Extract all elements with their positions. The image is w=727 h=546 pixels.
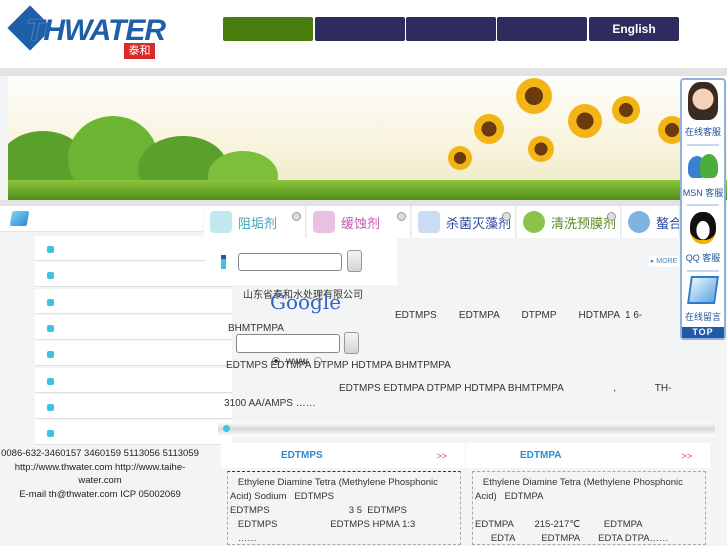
footer-phone: 0086-632-3460157 3460159 5113056 5113059 [1, 448, 199, 459]
leaf-icon [523, 211, 545, 233]
google-search-input[interactable] [236, 334, 340, 353]
nav-item-2[interactable] [315, 17, 405, 41]
product-desc: EDTMPS EDTMPS HPMA 1:3 [230, 519, 416, 530]
sidebar-item[interactable] [35, 341, 232, 366]
product-desc: Ethylene Diamine Tetra (Methylene Phosph… [230, 477, 441, 502]
section-divider [218, 422, 715, 436]
qq-penguin-icon [690, 212, 716, 244]
close-icon[interactable] [292, 212, 301, 221]
sidebar-item[interactable] [35, 262, 232, 287]
close-icon[interactable] [397, 212, 406, 221]
sidebar-item[interactable] [35, 289, 232, 314]
leave-message-label: 在线留言 [684, 312, 721, 322]
qq-service-item[interactable]: QQ 客服 [682, 212, 724, 264]
chevron-right-icon [47, 272, 54, 279]
chevron-right-icon [47, 404, 54, 411]
product-title[interactable]: EDTMPA [520, 450, 561, 461]
sidebar-item[interactable] [35, 394, 232, 419]
qq-service-label: QQ 客服 [685, 253, 721, 263]
product-desc: …… [230, 533, 257, 544]
footer-website[interactable]: http://www.thwater.com http://www.taihe-… [0, 461, 200, 488]
sidebar-item[interactable] [35, 420, 232, 445]
footer-contact: 0086-632-3460157 3460159 5113056 5113059… [0, 447, 200, 501]
close-icon[interactable] [502, 212, 511, 221]
chevron-right-icon [47, 246, 54, 253]
book-icon [9, 211, 30, 226]
sidebar-item[interactable] [35, 315, 232, 340]
divider [0, 68, 727, 76]
close-icon[interactable] [607, 212, 616, 221]
product-card-edtmps: EDTMPS >> Ethylene Diamine Tetra (Methyle… [221, 443, 465, 545]
notepad-pencil-icon [687, 276, 719, 304]
msn-service-item[interactable]: MSN 客服 [682, 152, 724, 199]
chevron-right-icon [47, 299, 54, 306]
chevron-right-icon [47, 378, 54, 385]
nav-item-english[interactable]: English [589, 17, 679, 41]
intro-text: EDTMPS EDTMPA DTPMP HDTMPA 1 6- [395, 310, 643, 321]
site-search-button[interactable] [347, 250, 362, 272]
google-logo: Google [270, 290, 342, 314]
more-link[interactable]: >> [681, 451, 692, 461]
header: THWATER 泰和 English [0, 0, 727, 68]
product-desc: EDTMPA 215-217℃ EDTMPA [475, 519, 643, 530]
nav-item-4[interactable] [497, 17, 587, 41]
nav-item-3[interactable] [406, 17, 496, 41]
clipboard-icon [418, 211, 440, 233]
online-service-label: 在线客服 [684, 127, 721, 137]
sidebar-item[interactable] [35, 236, 232, 261]
more-label: MORE [656, 258, 678, 265]
logo-seal: 泰和 [124, 43, 155, 59]
sidebar-item[interactable] [35, 368, 232, 393]
leave-message-item[interactable]: 在线留言 [682, 276, 724, 323]
site-search [205, 238, 397, 285]
floating-service-panel: 在线客服 MSN 客服 QQ 客服 在线留言 TOP [680, 78, 726, 340]
msn-service-label: MSN 客服 [682, 188, 724, 198]
online-service-item[interactable]: 在线客服 [682, 82, 724, 138]
tab-label: 缓蚀剂 [341, 216, 381, 232]
site-search-input[interactable] [238, 253, 342, 271]
product-desc: Ethylene Diamine Tetra (Methylene Phosph… [475, 477, 686, 502]
banner-image [8, 76, 727, 200]
intro-text: EDTMPS EDTMPA DTPMP HDTMPA BHMTPMPA , TH… [339, 383, 672, 394]
tab-cleaning-agent[interactable]: 清洗预膜剂 [517, 206, 621, 238]
tab-scale-inhibitor[interactable]: 阻垢剂 [204, 206, 306, 238]
globe-icon [628, 211, 650, 233]
product-card-edtmpa: EDTMPA >> Ethylene Diamine Tetra (Methyle… [466, 443, 710, 545]
chevron-right-icon [47, 430, 54, 437]
tab-label: 螯合剂 [656, 216, 679, 232]
agent-avatar-icon [688, 82, 718, 120]
product-desc [475, 504, 703, 518]
more-link[interactable]: >> [436, 451, 447, 461]
sidebar-header [0, 206, 203, 232]
search-marker-icon [221, 255, 226, 269]
google-search-button[interactable] [344, 332, 359, 354]
tab-chelating-agent[interactable]: 螯合剂 [622, 206, 680, 238]
more-link[interactable]: ▸ MORE [649, 256, 679, 267]
tab-corrosion-inhibitor[interactable]: 缓蚀剂 [307, 206, 411, 238]
tab-label: 阻垢剂 [238, 216, 278, 232]
intro-text: EDTMPS EDTMPA DTPMP HDTMPA BHMTPMPA [226, 360, 451, 371]
nav-item-home[interactable] [223, 17, 313, 41]
tab-biocide[interactable]: 杀菌灭藻剂 [412, 206, 516, 238]
product-title[interactable]: EDTMPS [281, 450, 323, 461]
enter-icon [313, 211, 335, 233]
chevron-right-icon [47, 351, 54, 358]
product-desc: EDTMPS 3 5 EDTMPS [230, 505, 407, 516]
back-to-top-button[interactable]: TOP [682, 327, 724, 338]
msn-icon [688, 152, 718, 180]
intro-text: 3100 AA/AMPS …… [224, 398, 316, 409]
sprout-icon [210, 211, 232, 233]
footer-email[interactable]: E-mail th@thwater.com ICP 05002069 [0, 488, 200, 502]
product-desc: EDTA EDTMPA EDTA DTPA…… [475, 533, 669, 544]
intro-text: BHMTPMPA [228, 323, 284, 334]
chevron-right-icon [47, 325, 54, 332]
